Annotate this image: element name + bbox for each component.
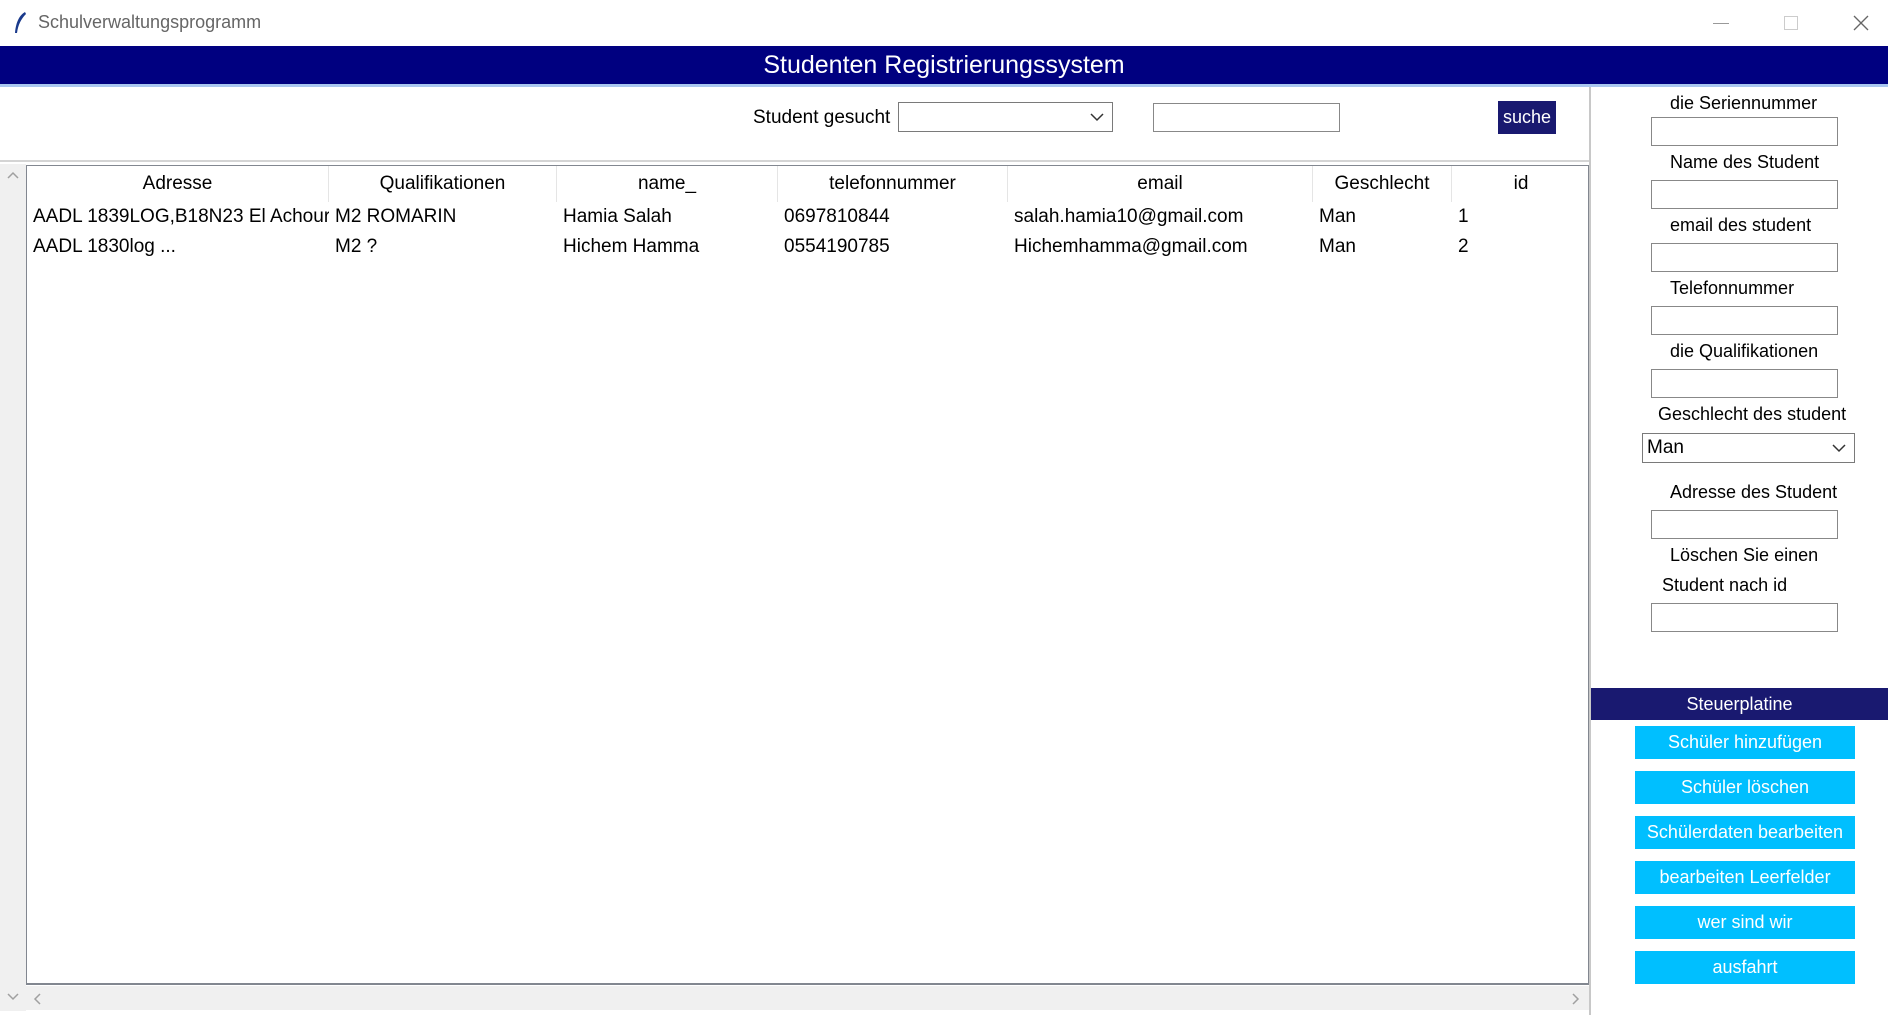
serial-input[interactable] [1651,117,1838,146]
cell-id: 2 [1458,236,1469,257]
add-student-button[interactable]: Schüler hinzufügen [1635,726,1855,759]
minimize-button[interactable] [1686,0,1756,46]
chevron-down-icon [1090,113,1104,122]
cell-adresse: AADL 1839LOG,B18N23 El Achour [33,206,329,227]
delete-label-line1: Löschen Sie einen [1670,545,1819,565]
name-input[interactable] [1651,180,1838,209]
cell-qualifikationen: M2 ? [335,236,378,257]
window-title: Schulverwaltungsprogramm [38,12,262,32]
horizontal-scrollbar[interactable] [26,986,1589,1010]
scroll-right-icon[interactable] [1571,992,1581,1006]
maximize-button[interactable] [1756,0,1826,46]
column-header-telefonnummer[interactable]: telefonnummer [778,166,1008,202]
scroll-up-icon[interactable] [6,170,20,180]
maximize-icon [1784,16,1798,30]
cell-telefonnummer: 0554190785 [784,236,890,257]
cell-name: Hichem Hamma [563,236,700,257]
vertical-scrollbar[interactable] [0,164,26,1011]
search-field-select[interactable] [898,102,1113,132]
header-divider [0,84,1888,87]
cell-email: Hichemhamma@gmail.com [1014,236,1248,257]
phone-input[interactable] [1651,306,1838,335]
delete-label-line2: Student nach id [1662,575,1788,595]
close-button[interactable] [1826,0,1888,46]
column-header-id[interactable]: id [1452,166,1590,202]
gender-value: Man [1647,437,1684,458]
delete-student-button[interactable]: Schüler löschen [1635,771,1855,804]
gender-label: Geschlecht des student [1658,404,1847,424]
feather-icon [15,12,26,33]
column-header-adresse[interactable]: Adresse [27,166,329,202]
cell-adresse: AADL 1830log ... [33,236,176,257]
scroll-left-icon[interactable] [32,992,42,1006]
search-button[interactable]: suche [1498,101,1556,134]
cell-qualifikationen: M2 ROMARIN [335,206,457,227]
column-header-qualifikationen[interactable]: Qualifikationen [329,166,557,202]
minimize-icon [1713,22,1729,24]
name-label: Name des Student [1670,152,1820,172]
page-title: Studenten Registrierungssystem [763,50,1125,79]
email-label: email des student [1670,215,1812,235]
cell-geschlecht: Man [1319,206,1356,227]
column-header-name[interactable]: name_ [557,166,778,202]
close-icon [1853,15,1869,31]
cell-id: 1 [1458,206,1469,227]
column-header-geschlecht[interactable]: Geschlecht [1313,166,1452,202]
qualifications-label: die Qualifikationen [1670,341,1819,361]
gender-select[interactable]: Man [1642,433,1855,463]
column-header-email[interactable]: email [1008,166,1313,202]
title-bar: Schulverwaltungsprogramm [0,0,1888,46]
cell-geschlecht: Man [1319,236,1356,257]
control-panel-title: Steuerplatine [1591,688,1888,720]
search-input[interactable] [1153,103,1340,132]
cell-name: Hamia Salah [563,206,672,227]
clear-fields-button[interactable]: bearbeiten Leerfelder [1635,861,1855,894]
serial-label: die Seriennummer [1670,93,1818,113]
table-row[interactable]: AADL 1839LOG,B18N23 El Achour M2 ROMARIN… [27,202,1588,232]
cell-email: salah.hamia10@gmail.com [1014,206,1244,227]
delete-id-input[interactable] [1651,603,1838,632]
scroll-down-icon[interactable] [6,992,20,1002]
search-label: Student gesucht [753,107,891,128]
address-input[interactable] [1651,510,1838,539]
about-button[interactable]: wer sind wir [1635,906,1855,939]
address-label: Adresse des Student [1670,482,1838,502]
student-table[interactable]: Adresse Qualifikationen name_ telefonnum… [26,165,1589,985]
email-input[interactable] [1651,243,1838,272]
phone-label: Telefonnummer [1670,278,1795,298]
table-header: Adresse Qualifikationen name_ telefonnum… [27,166,1588,202]
app-header: Studenten Registrierungssystem [0,46,1888,84]
edit-student-button[interactable]: Schülerdaten bearbeiten [1635,816,1855,849]
qualifications-input[interactable] [1651,369,1838,398]
table-row[interactable]: AADL 1830log ... M2 ? Hichem Hamma 05541… [27,232,1588,262]
exit-button[interactable]: ausfahrt [1635,951,1855,984]
chevron-down-icon [1832,444,1846,453]
cell-telefonnummer: 0697810844 [784,206,890,227]
search-divider [0,160,1590,162]
